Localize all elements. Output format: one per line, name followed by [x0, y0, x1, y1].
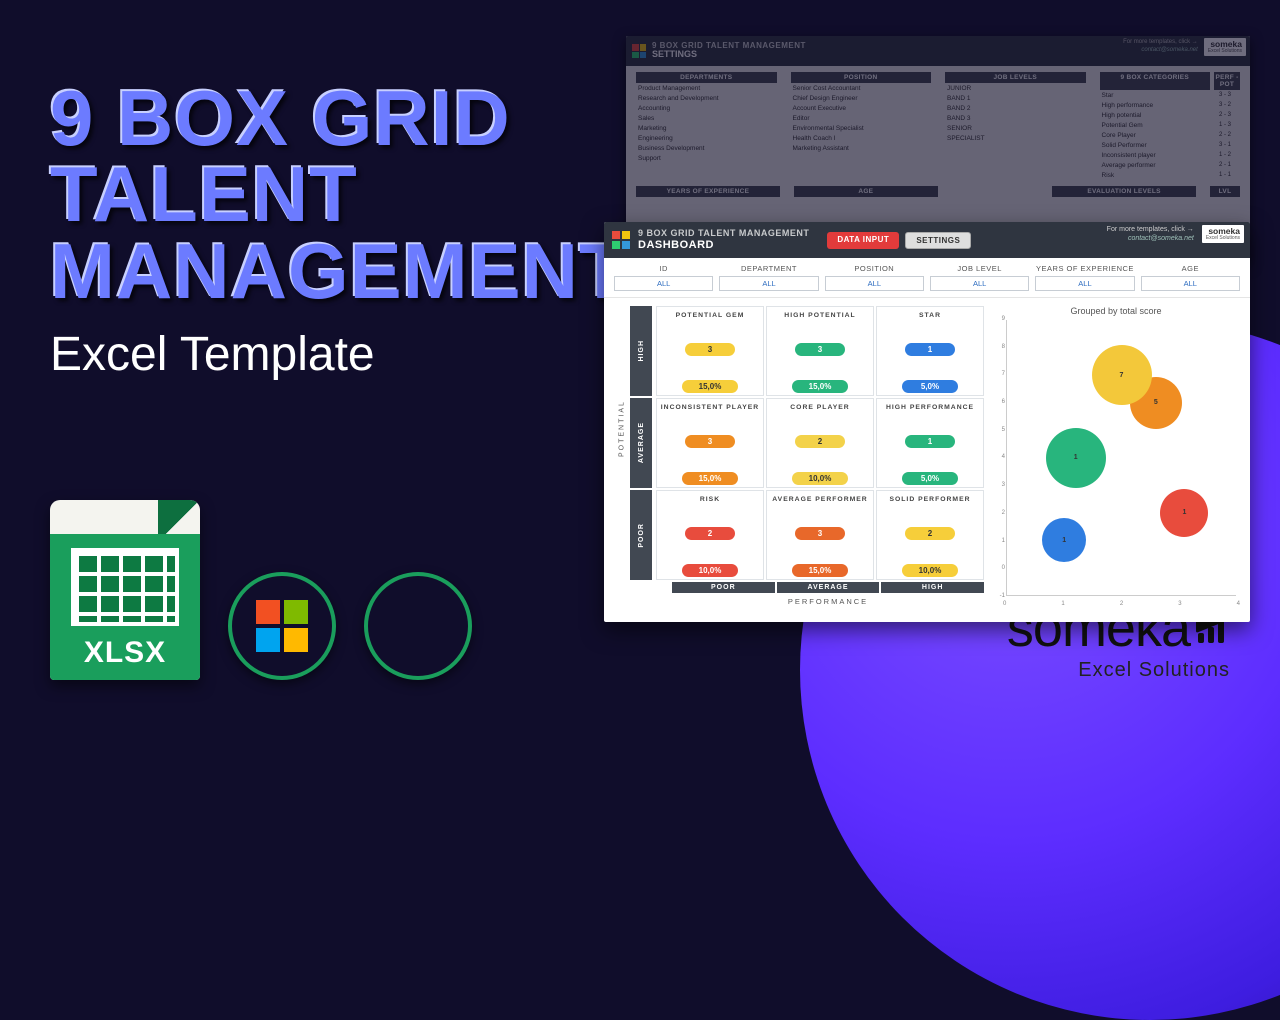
list-item: Support	[636, 153, 777, 163]
list-item: Marketing	[636, 123, 777, 133]
performance-band: HIGH	[881, 582, 984, 593]
bubble-chart: Grouped by total score 9876543210-1 0123…	[992, 306, 1240, 606]
chart-bubble: 1	[1160, 489, 1208, 537]
list-item: Potential Gem1 - 3	[1100, 120, 1241, 130]
list-item: SPECIALIST	[945, 133, 1086, 143]
grid-cell[interactable]: CORE PLAYER210,0%	[766, 398, 874, 488]
xlsx-file-icon: XLSX	[50, 500, 200, 680]
filter-department[interactable]: DEPARTMENTALL	[719, 264, 818, 291]
dash-more-link[interactable]: For more templates, click →	[1107, 225, 1194, 234]
headline-line3: MANAGEMENT	[50, 227, 628, 315]
potential-band: HIGH	[630, 306, 652, 396]
col-categories: 9 BOX CATEGORIES PERF - POT Star3 - 3Hig…	[1100, 72, 1241, 180]
headline-line2: TALENT	[50, 150, 358, 238]
headline-main: 9 BOX GRID TALENT MANAGEMENT	[50, 80, 610, 309]
chart-bubble: 1	[1042, 518, 1086, 562]
dash-contact[interactable]: contact@someka.net	[1128, 235, 1194, 242]
list-item: BAND 3	[945, 113, 1086, 123]
headline-block: 9 BOX GRID TALENT MANAGEMENT Excel Templ…	[50, 80, 610, 382]
performance-band: AVERAGE	[777, 582, 880, 593]
potential-band: AVERAGE	[630, 398, 652, 488]
headline-line1: 9 BOX GRID	[50, 74, 511, 162]
grid-cell[interactable]: HIGH PERFORMANCE15,0%	[876, 398, 984, 488]
footer-exp: YEARS OF EXPERIENCE	[636, 186, 780, 197]
chart-title: Grouped by total score	[992, 306, 1240, 316]
filter-id[interactable]: IDALL	[614, 264, 713, 291]
list-item: BAND 1	[945, 93, 1086, 103]
performance-axis-label: PERFORMANCE	[672, 597, 984, 606]
windows-badge	[228, 572, 336, 680]
list-item: Marketing Assistant	[791, 143, 932, 153]
list-item: Star3 - 3	[1100, 90, 1241, 100]
list-item: Risk1 - 1	[1100, 170, 1241, 180]
list-item: Account Executive	[791, 103, 932, 113]
performance-band: POOR	[672, 582, 775, 593]
list-item: JUNIOR	[945, 83, 1086, 93]
settings-button[interactable]: SETTINGS	[905, 232, 971, 249]
list-item: SENIOR	[945, 123, 1086, 133]
footer-age: AGE	[794, 186, 938, 197]
list-item: Health Coach I	[791, 133, 932, 143]
grid-cell[interactable]: SOLID PERFORMER210,0%	[876, 490, 984, 580]
list-item: Core Player2 - 2	[1100, 130, 1241, 140]
filter-years-of-experience[interactable]: YEARS OF EXPERIENCEALL	[1035, 264, 1134, 291]
list-item: Average performer2 - 1	[1100, 160, 1241, 170]
list-item: Solid Performer3 - 1	[1100, 140, 1241, 150]
list-item: Product Management	[636, 83, 777, 93]
icon-row: XLSX	[50, 500, 472, 680]
headline-sub: Excel Template	[50, 327, 610, 382]
list-item: Chief Design Engineer	[791, 93, 932, 103]
filter-job-level[interactable]: JOB LEVELALL	[930, 264, 1029, 291]
dash-app-title: 9 BOX GRID TALENT MANAGEMENT	[638, 229, 809, 239]
list-item: Business Development	[636, 143, 777, 153]
app-logo-icon	[632, 44, 646, 58]
grid-cell[interactable]: AVERAGE PERFORMER315,0%	[766, 490, 874, 580]
list-item: Inconsistent player1 - 2	[1100, 150, 1241, 160]
list-item: High potential2 - 3	[1100, 110, 1241, 120]
list-item: Sales	[636, 113, 777, 123]
list-item: Environmental Specialist	[791, 123, 932, 133]
list-item: BAND 2	[945, 103, 1086, 113]
grid-cell[interactable]: STAR15,0%	[876, 306, 984, 396]
grid-cell[interactable]: INCONSISTENT PLAYER315,0%	[656, 398, 764, 488]
apple-badge	[364, 572, 472, 680]
col-joblevels: JOB LEVELS JUNIORBAND 1BAND 2BAND 3SENIO…	[945, 72, 1086, 180]
col-departments: DEPARTMENTS Product ManagementResearch a…	[636, 72, 777, 180]
grid-cell[interactable]: HIGH POTENTIAL315,0%	[766, 306, 874, 396]
list-item: Accounting	[636, 103, 777, 113]
footer-eval: EVALUATION LEVELS	[1052, 186, 1196, 197]
data-input-button[interactable]: DATA INPUT	[827, 232, 899, 249]
dash-page-title: DASHBOARD	[638, 239, 809, 251]
someka-logo-mini: someka Excel Solutions	[1202, 225, 1244, 243]
dashboard-panel-screenshot: 9 BOX GRID TALENT MANAGEMENT DASHBOARD D…	[604, 222, 1250, 622]
chart-bubble: 1	[1046, 428, 1106, 488]
chart-bubble: 7	[1092, 345, 1152, 405]
windows-icon	[256, 600, 308, 652]
xlsx-label: XLSX	[84, 636, 166, 670]
footer-lvl: LVL	[1210, 186, 1240, 197]
settings-page-title: SETTINGS	[652, 50, 806, 60]
app-logo-icon	[612, 231, 630, 249]
potential-axis-label: POTENTIAL	[614, 306, 630, 552]
filter-position[interactable]: POSITIONALL	[825, 264, 924, 291]
someka-logo-mini: someka Excel Solutions	[1204, 38, 1246, 56]
settings-contact: contact@someka.net	[1141, 47, 1197, 53]
potential-band: POOR	[630, 490, 652, 580]
someka-tagline: Excel Solutions	[1007, 659, 1230, 682]
list-item: High performance3 - 2	[1100, 100, 1241, 110]
filters-row: IDALLDEPARTMENTALL POSITIONALLJOB LEVELAL…	[604, 258, 1250, 298]
filter-age[interactable]: AGEALL	[1141, 264, 1240, 291]
grid-cell[interactable]: RISK210,0%	[656, 490, 764, 580]
grid-cell[interactable]: POTENTIAL GEM315,0%	[656, 306, 764, 396]
list-item: Engineering	[636, 133, 777, 143]
list-item: Research and Development	[636, 93, 777, 103]
list-item: Senior Cost Accountant	[791, 83, 932, 93]
col-position: POSITION Senior Cost AccountantChief Des…	[791, 72, 932, 180]
settings-more-link: For more templates, click →	[1123, 39, 1198, 47]
list-item: Editor	[791, 113, 932, 123]
